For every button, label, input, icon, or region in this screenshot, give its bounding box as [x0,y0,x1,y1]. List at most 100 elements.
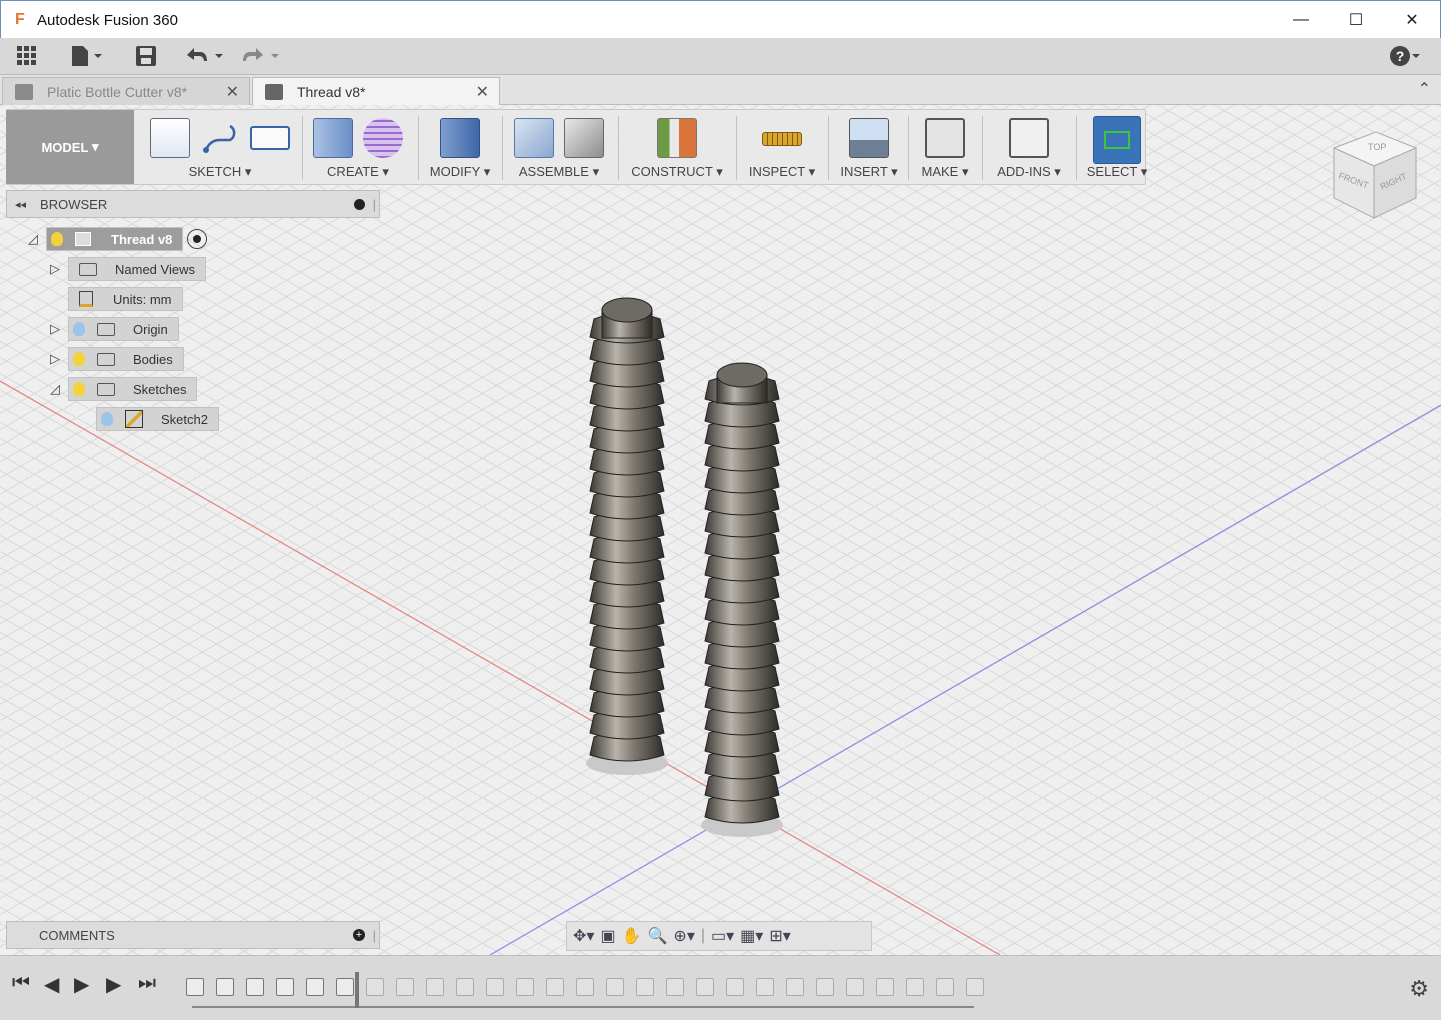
timeline-feature-icon[interactable] [186,978,204,996]
collapse-triangle-icon[interactable]: ◿ [50,381,68,397]
tree-item-units[interactable]: Units: mm [68,286,183,312]
timeline-play-icon[interactable]: ▶ [74,972,89,997]
timeline-marker[interactable] [355,972,359,1008]
activate-radio-icon[interactable] [187,229,208,249]
tab-platic-bottle-cutter[interactable]: Platic Bottle Cutter v8* ✕ [2,77,250,105]
timeline-start-icon[interactable]: ⏮ [12,972,30,995]
collapse-panel-icon[interactable]: ◂◂ [15,198,26,211]
minimize-button[interactable]: — [1273,1,1329,39]
orbit-icon[interactable]: ✥▾ [573,926,594,946]
fit-icon[interactable]: ⊕▾ [673,926,694,946]
close-tab-icon[interactable]: ✕ [476,82,489,102]
tree-item-named-views[interactable]: ▷ Named Views [50,256,206,282]
measure-icon[interactable] [762,132,802,146]
timeline-feature-icon[interactable] [606,978,624,996]
tree-item-origin[interactable]: ▷ Origin [50,316,179,342]
lightbulb-off-icon[interactable] [73,322,85,336]
line-icon[interactable] [200,118,240,158]
timeline-feature-icon[interactable] [456,978,474,996]
create-sketch-icon[interactable] [150,118,190,158]
tree-item-sketches[interactable]: ◿ Sketches [50,376,198,402]
timeline-feature-icon[interactable] [546,978,564,996]
extrude-icon[interactable] [313,118,353,158]
3d-print-icon[interactable] [925,118,965,158]
timeline-feature-icon[interactable] [216,978,234,996]
display-settings-icon[interactable]: ▭▾ [711,926,734,946]
group-construct[interactable]: CONSTRUCT ▾ [622,112,732,184]
timeline-feature-icon[interactable] [576,978,594,996]
timeline-feature-icon[interactable] [906,978,924,996]
timeline-feature-icon[interactable] [516,978,534,996]
timeline-feature-icon[interactable] [936,978,954,996]
timeline-feature-icon[interactable] [846,978,864,996]
close-button[interactable]: ✕ [1384,1,1440,39]
lightbulb-off-icon[interactable] [101,412,113,426]
group-make[interactable]: MAKE ▾ [912,112,978,184]
rectangle-icon[interactable] [250,126,290,150]
timeline-feature-icon[interactable] [666,978,684,996]
group-select[interactable]: SELECT ▾ [1080,112,1154,184]
timeline-feature-icon[interactable] [246,978,264,996]
settings-gear-icon[interactable]: ⚙ [1409,976,1429,1002]
timeline-feature-icon[interactable] [756,978,774,996]
viewcube[interactable]: TOP FRONT RIGHT [1326,128,1422,224]
viewports-icon[interactable]: ⊞▾ [769,926,790,946]
canvas-viewport[interactable] [0,105,1441,955]
collapse-triangle-icon[interactable]: ◿ [28,231,46,247]
group-add-ins[interactable]: ADD-INS ▾ [986,112,1072,184]
zoom-icon[interactable]: 🔍 [647,926,667,946]
file-menu-button[interactable] [66,42,106,70]
data-panel-button[interactable] [12,42,42,70]
timeline-feature-icon[interactable] [726,978,744,996]
group-sketch[interactable]: SKETCH ▾ [140,112,300,184]
look-at-icon[interactable]: ▣ [600,926,615,946]
timeline-feature-icon[interactable] [816,978,834,996]
help-button[interactable]: ? [1386,42,1426,70]
pan-icon[interactable]: ✋ [622,926,642,946]
new-component-icon[interactable] [514,118,554,158]
canvas-image-icon[interactable] [849,118,889,158]
group-assemble[interactable]: ASSEMBLE ▾ [506,112,612,184]
offset-plane-icon[interactable] [657,118,697,158]
grid-settings-icon[interactable]: ▦▾ [740,926,763,946]
add-comment-icon[interactable]: + [353,929,365,941]
maximize-button[interactable]: ☐ [1328,1,1384,39]
lightbulb-on-icon[interactable] [73,382,85,396]
tree-item-bodies[interactable]: ▷ Bodies [50,346,184,372]
expand-triangle-icon[interactable]: ▷ [50,351,68,367]
timeline-feature-icon[interactable] [876,978,894,996]
timeline-feature-icon[interactable] [306,978,324,996]
timeline-feature-icon[interactable] [426,978,444,996]
undo-button[interactable] [182,42,224,70]
group-create[interactable]: CREATE ▾ [306,112,410,184]
lightbulb-on-icon[interactable] [51,232,63,246]
select-icon[interactable] [1093,116,1141,164]
save-button[interactable] [132,42,160,70]
form-icon[interactable] [363,118,403,158]
timeline-feature-icon[interactable] [486,978,504,996]
lightbulb-on-icon[interactable] [73,352,85,366]
timeline-feature-icon[interactable] [966,978,984,996]
timeline-feature-icon[interactable] [696,978,714,996]
timeline-feature-icon[interactable] [366,978,384,996]
browser-header[interactable]: ◂◂ BROWSER | [6,190,380,218]
workspace-switcher[interactable]: MODEL ▾ [6,110,134,184]
group-inspect[interactable]: INSPECT ▾ [740,112,824,184]
tree-item-sketch2[interactable]: Sketch2 [96,406,219,432]
tab-thread[interactable]: Thread v8* ✕ [252,77,500,105]
timeline-feature-icon[interactable] [636,978,654,996]
tree-item-root[interactable]: ◿ Thread v8 [28,226,208,252]
redo-button[interactable] [238,42,280,70]
group-modify[interactable]: MODIFY ▾ [422,112,498,184]
scripts-icon[interactable] [1009,118,1049,158]
timeline-feature-icon[interactable] [396,978,414,996]
timeline-feature-icon[interactable] [786,978,804,996]
timeline-end-icon[interactable]: ⏭ [138,972,156,995]
joint-icon[interactable] [564,118,604,158]
minus-icon[interactable] [354,198,365,210]
timeline-feature-icon[interactable] [276,978,294,996]
expand-triangle-icon[interactable]: ▷ [50,321,68,337]
expand-triangle-icon[interactable]: ▷ [50,261,68,277]
close-tab-icon[interactable]: ✕ [226,82,239,102]
press-pull-icon[interactable] [440,118,480,158]
